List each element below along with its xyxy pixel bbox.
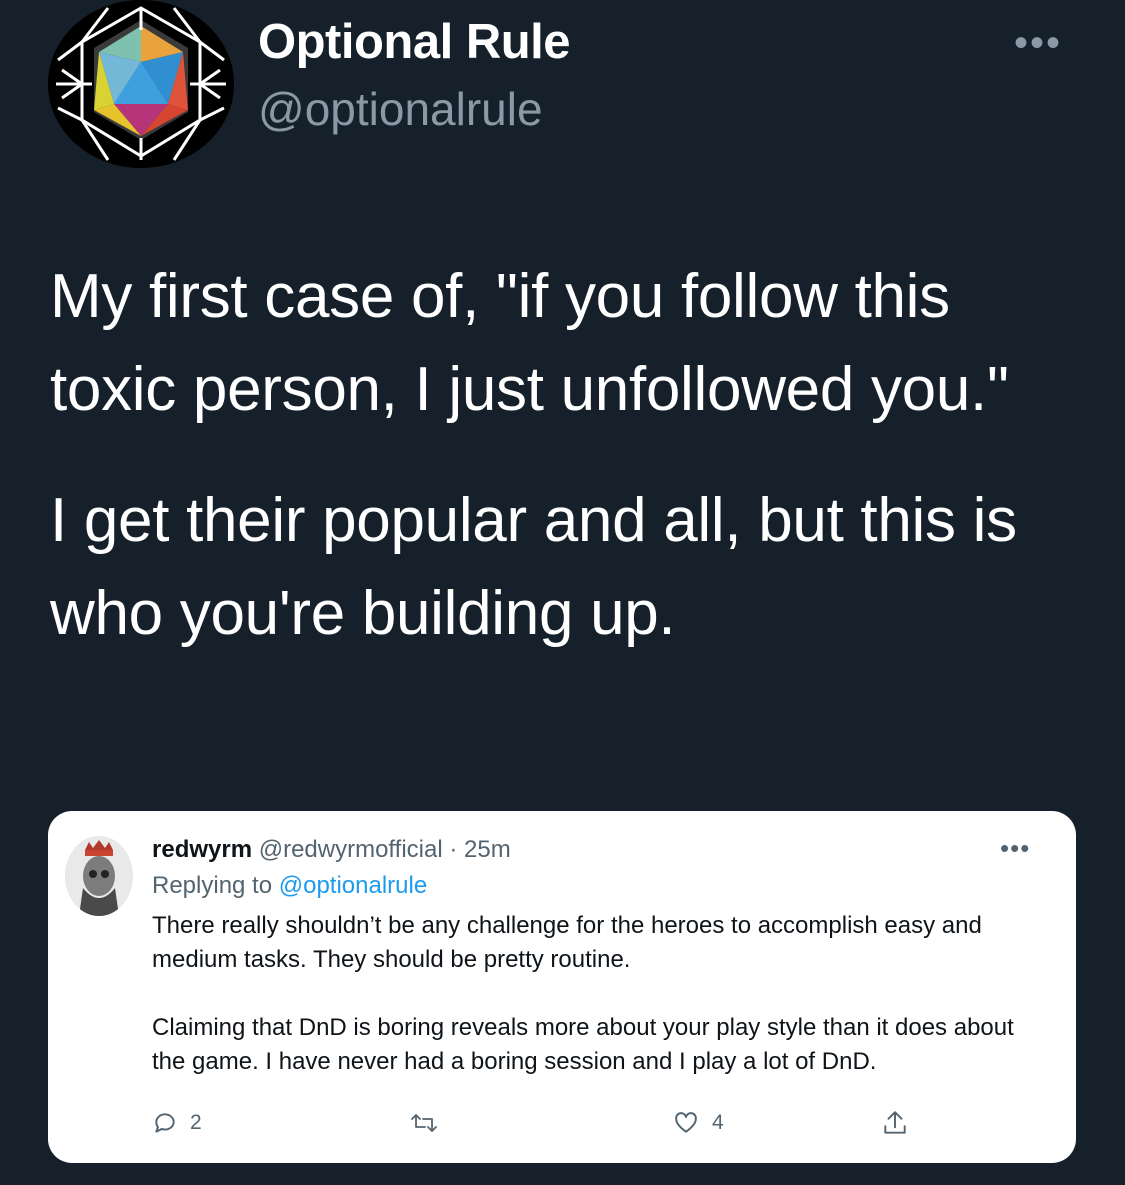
tweet-paragraph: My first case of, "if you follow this to…	[50, 262, 1009, 424]
quoted-name[interactable]: redwyrm	[152, 836, 252, 863]
display-name[interactable]: Optional Rule	[258, 14, 571, 70]
replying-to: Replying to @optionalrule	[152, 871, 427, 901]
tweet-paragraph: I get their popular and all, but this is…	[50, 486, 1017, 648]
quoted-avatar[interactable]	[65, 836, 133, 916]
share-icon	[884, 1111, 906, 1134]
separator-dot: ·	[449, 836, 458, 863]
quoted-paragraph: Claiming that DnD is boring reveals more…	[152, 1014, 1014, 1075]
quoted-paragraph: There really shouldn’t be any challenge …	[152, 912, 982, 973]
quoted-tweet-card[interactable]: redwyrm @redwyrmofficial · 25m ••• Reply…	[48, 811, 1076, 1163]
like-button[interactable]: 4	[672, 1103, 724, 1143]
quoted-time[interactable]: 25m	[464, 836, 511, 863]
quoted-handle[interactable]: @redwyrmofficial	[259, 836, 443, 863]
share-button[interactable]	[882, 1103, 908, 1143]
reply-count: 2	[190, 1111, 202, 1134]
replying-prefix: Replying to	[152, 872, 273, 899]
quoted-more-horizontal-icon[interactable]: •••	[1000, 833, 1030, 864]
retweet-icon	[411, 1114, 437, 1132]
like-count: 4	[712, 1111, 724, 1134]
user-handle[interactable]: @optionalrule	[258, 82, 543, 136]
quoted-action-bar: 2 4	[152, 1103, 912, 1143]
reply-button[interactable]: 2	[152, 1103, 202, 1143]
more-horizontal-icon[interactable]: •••	[1000, 23, 1076, 63]
heart-icon	[675, 1112, 697, 1133]
profile-avatar[interactable]	[48, 0, 234, 168]
retweet-button[interactable]	[410, 1103, 450, 1143]
tweet-text: My first case of, "if you follow this to…	[50, 250, 1090, 660]
quoted-header: redwyrm @redwyrmofficial · 25m	[152, 835, 511, 865]
reply-icon	[155, 1113, 175, 1133]
replying-mention[interactable]: @optionalrule	[279, 872, 427, 899]
quoted-text: There really shouldn’t be any challenge …	[152, 909, 1052, 1079]
